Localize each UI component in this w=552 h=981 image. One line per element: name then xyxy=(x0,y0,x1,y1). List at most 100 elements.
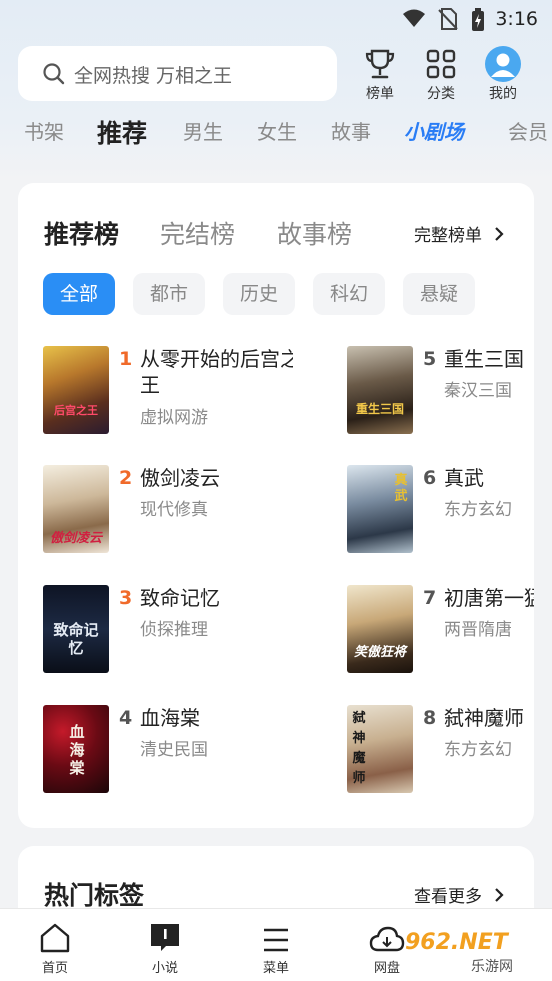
nav-menu-label: 菜单 xyxy=(262,961,289,976)
channel-tabs: 书架 推荐 男生 女生 故事 小剧场 会员 xyxy=(0,116,552,156)
rank-number: 8 xyxy=(423,707,437,729)
book-title: 初唐第一猛 xyxy=(444,586,534,610)
tab-recommend[interactable]: 推荐 xyxy=(97,114,147,150)
book-item[interactable]: 弑神魔师 8 弑神魔师 东方玄幻 xyxy=(347,705,534,795)
book-cover: 致命记忆 xyxy=(43,585,109,673)
book-title: 弑神魔师 xyxy=(444,706,524,730)
ranking-label: 榜单 xyxy=(366,86,394,102)
watermark-brand: 962.NET xyxy=(405,930,508,955)
trophy-icon xyxy=(355,46,405,82)
cover-title: 后宫之王 xyxy=(54,404,98,417)
cover-title: 真武 xyxy=(394,473,408,504)
rank-number: 5 xyxy=(423,348,437,370)
book-item[interactable]: 傲剑凌云 2 傲剑凌云 现代修真 xyxy=(43,465,293,555)
tab-bookshelf[interactable]: 书架 xyxy=(24,116,64,145)
search-placeholder: 全网热搜 万相之王 xyxy=(74,65,233,87)
see-more-link[interactable]: 查看更多 xyxy=(414,882,508,907)
book-item[interactable]: 后宫之王 1 从零开始的后宫之王 虚拟网游 xyxy=(43,346,293,436)
chip-all[interactable]: 全部 xyxy=(43,273,116,315)
rank-number: 7 xyxy=(423,587,437,609)
book-item[interactable]: 重生三国 5 重生三国 秦汉三国 xyxy=(347,346,534,436)
rank-number: 4 xyxy=(119,707,133,729)
book-title: 真武 xyxy=(444,466,484,490)
book-category: 两晋隋唐 xyxy=(444,620,512,640)
book-item[interactable]: 真武 6 真武 东方玄幻 xyxy=(347,465,534,555)
book-category: 侦探推理 xyxy=(140,620,208,640)
book-cover: 重生三国 xyxy=(347,346,413,434)
wifi-icon xyxy=(402,8,426,32)
cover-title: 血海棠 xyxy=(69,723,85,777)
grid-icon xyxy=(416,46,466,82)
book-cover: 笑傲狂将 xyxy=(347,585,413,673)
ranking-card: 推荐榜 完结榜 故事榜 完整榜单 全部 都市 历史 科幻 悬疑 后宫之王 1 从… xyxy=(18,183,534,828)
tab-female[interactable]: 女生 xyxy=(257,116,297,145)
ranking-button[interactable]: 榜单 xyxy=(355,46,405,103)
category-button[interactable]: 分类 xyxy=(416,46,466,103)
book-category: 东方玄幻 xyxy=(444,740,512,760)
book-title: 重生三国 xyxy=(444,347,524,371)
book-title: 致命记忆 xyxy=(140,586,220,610)
book-category: 现代修真 xyxy=(140,500,208,520)
category-label: 分类 xyxy=(427,86,455,102)
book-category: 秦汉三国 xyxy=(444,381,512,401)
cover-title: 笑傲狂将 xyxy=(353,645,406,660)
full-list-label: 完整榜单 xyxy=(414,226,482,246)
tab-male[interactable]: 男生 xyxy=(183,116,223,145)
nav-novel[interactable]: 小说 xyxy=(135,919,195,976)
book-title: 傲剑凌云 xyxy=(140,466,220,490)
tab-story-list[interactable]: 故事榜 xyxy=(277,215,352,251)
cover-title: 致命记忆 xyxy=(53,621,99,657)
chip-scifi[interactable]: 科幻 xyxy=(313,273,386,315)
book-category: 东方玄幻 xyxy=(444,500,512,520)
book-category: 清史民国 xyxy=(140,740,208,760)
tab-story[interactable]: 故事 xyxy=(331,116,371,145)
home-icon xyxy=(25,919,85,953)
tab-recommend-list[interactable]: 推荐榜 xyxy=(44,215,119,251)
book-title: 血海棠 xyxy=(140,706,200,730)
rank-number: 6 xyxy=(423,467,437,489)
chip-city[interactable]: 都市 xyxy=(133,273,206,315)
menu-icon xyxy=(246,919,306,953)
chip-mystery[interactable]: 悬疑 xyxy=(403,273,476,315)
watermark-sub: 乐游网 xyxy=(471,959,513,975)
tab-vip[interactable]: 会员 xyxy=(508,116,548,145)
book-cover: 真武 xyxy=(347,465,413,553)
status-bar: 3:16 xyxy=(0,0,552,38)
tab-finished-list[interactable]: 完结榜 xyxy=(160,215,235,251)
cover-title: 重生三国 xyxy=(355,402,404,416)
avatar-icon xyxy=(478,46,528,82)
nav-novel-label: 小说 xyxy=(151,961,178,976)
rank-number: 1 xyxy=(119,348,133,370)
full-list-link[interactable]: 完整榜单 xyxy=(414,221,508,246)
book-item[interactable]: 血海棠 4 血海棠 清史民国 xyxy=(43,705,293,795)
book-item[interactable]: 笑傲狂将 7 初唐第一猛 两晋隋唐 xyxy=(347,585,534,675)
nav-home[interactable]: 首页 xyxy=(25,919,85,976)
book-cover: 弑神魔师 xyxy=(347,705,413,793)
tab-short-drama[interactable]: 小剧场 xyxy=(404,116,464,145)
novel-icon xyxy=(135,919,195,953)
nav-home-label: 首页 xyxy=(41,961,68,976)
search-bar[interactable]: 全网热搜 万相之王 xyxy=(18,46,337,101)
profile-label: 我的 xyxy=(489,86,517,102)
rank-number: 3 xyxy=(119,587,133,609)
search-icon xyxy=(42,62,66,90)
watermark-logo: 962.NET 乐游网 xyxy=(401,930,546,976)
profile-button[interactable]: 我的 xyxy=(478,46,528,103)
nav-menu[interactable]: 菜单 xyxy=(246,919,306,976)
status-time: 3:16 xyxy=(495,8,538,30)
cover-title: 傲剑凌云 xyxy=(49,531,102,546)
book-item[interactable]: 致命记忆 3 致命记忆 侦探推理 xyxy=(43,585,293,675)
rank-number: 2 xyxy=(119,467,133,489)
chevron-right-icon xyxy=(495,887,504,902)
book-title: 从零开始的后宫之王 xyxy=(140,347,293,397)
chevron-right-icon xyxy=(495,226,504,241)
book-category: 虚拟网游 xyxy=(140,408,208,428)
cover-title: 弑神魔师 xyxy=(352,711,366,786)
chip-history[interactable]: 历史 xyxy=(223,273,296,315)
no-sim-icon xyxy=(438,8,458,34)
hot-tags-title: 热门标签 xyxy=(44,881,145,910)
see-more-label: 查看更多 xyxy=(414,887,482,907)
book-cover: 后宫之王 xyxy=(43,346,109,434)
battery-charging-icon xyxy=(470,8,486,36)
book-cover: 傲剑凌云 xyxy=(43,465,109,553)
